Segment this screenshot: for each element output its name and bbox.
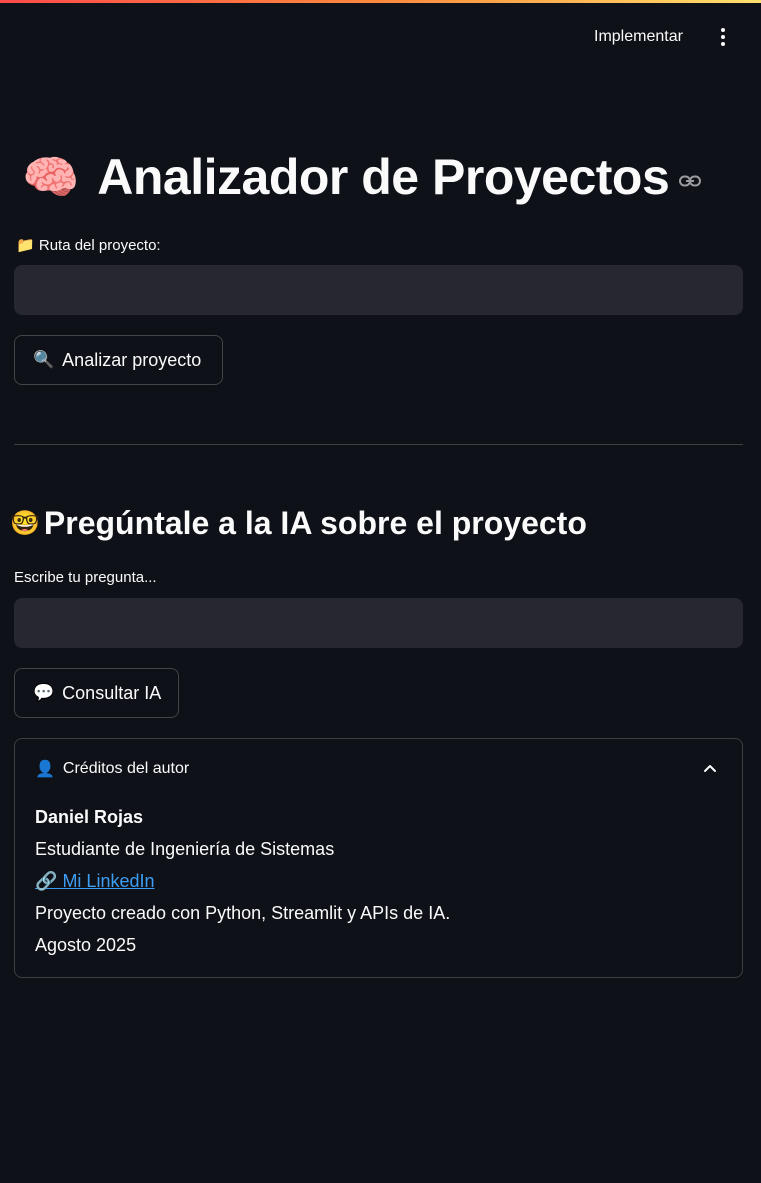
project-description: Proyecto creado con Python, Streamlit y … [35, 903, 451, 923]
linkedin-link-label: Mi LinkedIn [62, 871, 155, 891]
consult-ai-button[interactable]: 💬 Consultar IA [14, 668, 179, 718]
page-title: 🧠 Analizador de Proyectos [22, 142, 702, 212]
ask-section-title-text: Pregúntale a la IA sobre el proyecto [43, 504, 587, 541]
analyze-project-button[interactable]: 🔍 Analizar proyecto [14, 335, 223, 385]
link-chain-icon: 🔗 [35, 871, 58, 891]
author-role: Estudiante de Ingeniería de Sistemas [35, 839, 335, 859]
section-divider [14, 444, 743, 445]
credits-header-text: Créditos del autor [62, 760, 190, 777]
question-label: Escribe tu pregunta... [14, 569, 157, 586]
chevron-up-icon[interactable] [701, 759, 719, 777]
author-name: Daniel Rojas [35, 807, 144, 827]
credits-body: Daniel Rojas Estudiante de Ingeniería de… [35, 801, 450, 961]
project-date: Agosto 2025 [35, 935, 137, 955]
nerd-face-icon: 🤓 [10, 509, 40, 537]
more-vertical-icon[interactable] [711, 23, 735, 51]
analyze-project-button-label: Analizar proyecto [62, 349, 202, 370]
app-header: Implementar [0, 3, 761, 65]
project-path-input[interactable] [14, 265, 743, 315]
project-path-label: 📁 Ruta del proyecto: [16, 236, 161, 254]
ask-section-title: 🤓 Pregúntale a la IA sobre el proyecto [10, 502, 587, 544]
deploy-button[interactable]: Implementar [588, 23, 689, 51]
folder-icon: 📁 [16, 237, 35, 254]
credits-expander-header[interactable]: 👤 Créditos del autor [35, 757, 189, 781]
page-title-text: Analizador de Proyectos [97, 149, 670, 205]
link-icon[interactable] [679, 175, 702, 187]
linkedin-link[interactable]: 🔗 Mi LinkedIn [35, 871, 155, 891]
user-icon: 👤 [35, 761, 55, 778]
brain-icon: 🧠 [22, 151, 80, 203]
linkedin-row: 🔗 Mi LinkedIn [35, 865, 450, 897]
project-path-label-text: Ruta del proyecto: [38, 237, 161, 254]
question-input[interactable] [14, 598, 743, 648]
consult-ai-button-label: Consultar IA [62, 682, 162, 703]
credits-expander: 👤 Créditos del autor Daniel Rojas Estudi… [14, 738, 743, 978]
magnifier-icon: 🔍 [33, 350, 55, 369]
speech-bubble-icon: 💬 [33, 683, 55, 702]
